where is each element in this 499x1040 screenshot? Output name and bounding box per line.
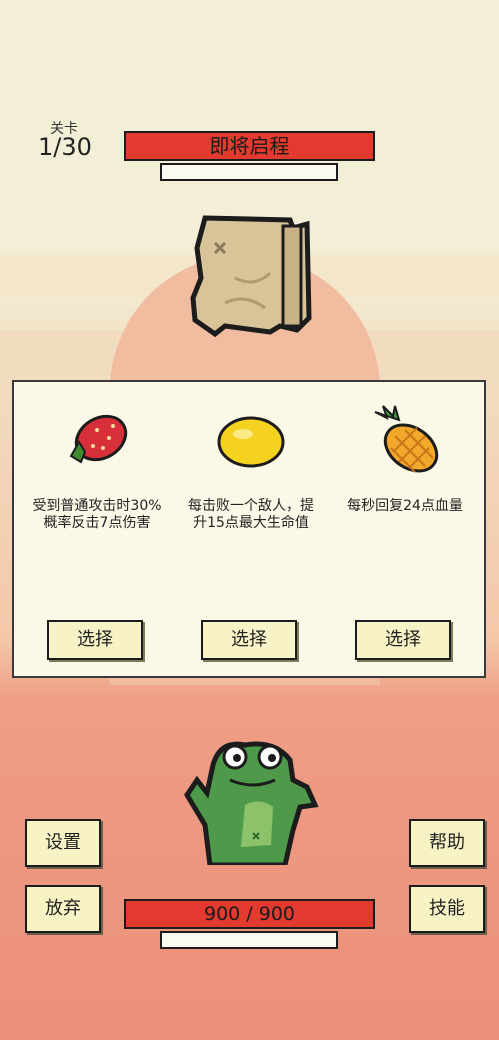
stage-title: 即将启程 bbox=[209, 134, 290, 158]
pineapple-icon bbox=[374, 405, 439, 473]
choose-button-3[interactable]: 选择 bbox=[355, 620, 451, 660]
lemon-icon bbox=[217, 416, 285, 468]
reward-description: 受到普通攻击时30%概率反击7点伤害 bbox=[32, 498, 162, 531]
reward-description: 每击败一个敌人，提升15点最大生命值 bbox=[188, 498, 314, 531]
reward-card: 受到普通攻击时30%概率反击7点伤害 bbox=[22, 402, 172, 532]
settings-button[interactable]: 设置 bbox=[25, 819, 101, 867]
hp-secondary-bar bbox=[160, 931, 338, 949]
strawberry-icon bbox=[69, 414, 128, 464]
frog-character bbox=[184, 741, 319, 865]
help-button[interactable]: 帮助 bbox=[409, 819, 485, 867]
choose-button-1[interactable]: 选择 bbox=[47, 620, 143, 660]
hp-bar: 900 / 900 bbox=[124, 899, 375, 929]
choose-button-2[interactable]: 选择 bbox=[201, 620, 297, 660]
reward-description: 每秒回复24点血量 bbox=[347, 498, 463, 514]
reward-card: 每击败一个敌人，提升15点最大生命值 bbox=[176, 402, 326, 532]
stage-title-bar: 即将启程 bbox=[124, 131, 375, 161]
reward-choice-panel: 受到普通攻击时30%概率反击7点伤害 每击败一个敌人，提升15点最大生命值 每秒… bbox=[12, 380, 486, 678]
hp-text: 900 / 900 bbox=[203, 903, 295, 925]
give-up-button[interactable]: 放弃 bbox=[25, 885, 101, 933]
level-counter: 1/30 bbox=[38, 133, 92, 161]
stage-progress-bar bbox=[160, 163, 338, 181]
map-scroll-icon bbox=[190, 215, 312, 338]
reward-card: 每秒回复24点血量 bbox=[330, 402, 480, 515]
skills-button[interactable]: 技能 bbox=[409, 885, 485, 933]
